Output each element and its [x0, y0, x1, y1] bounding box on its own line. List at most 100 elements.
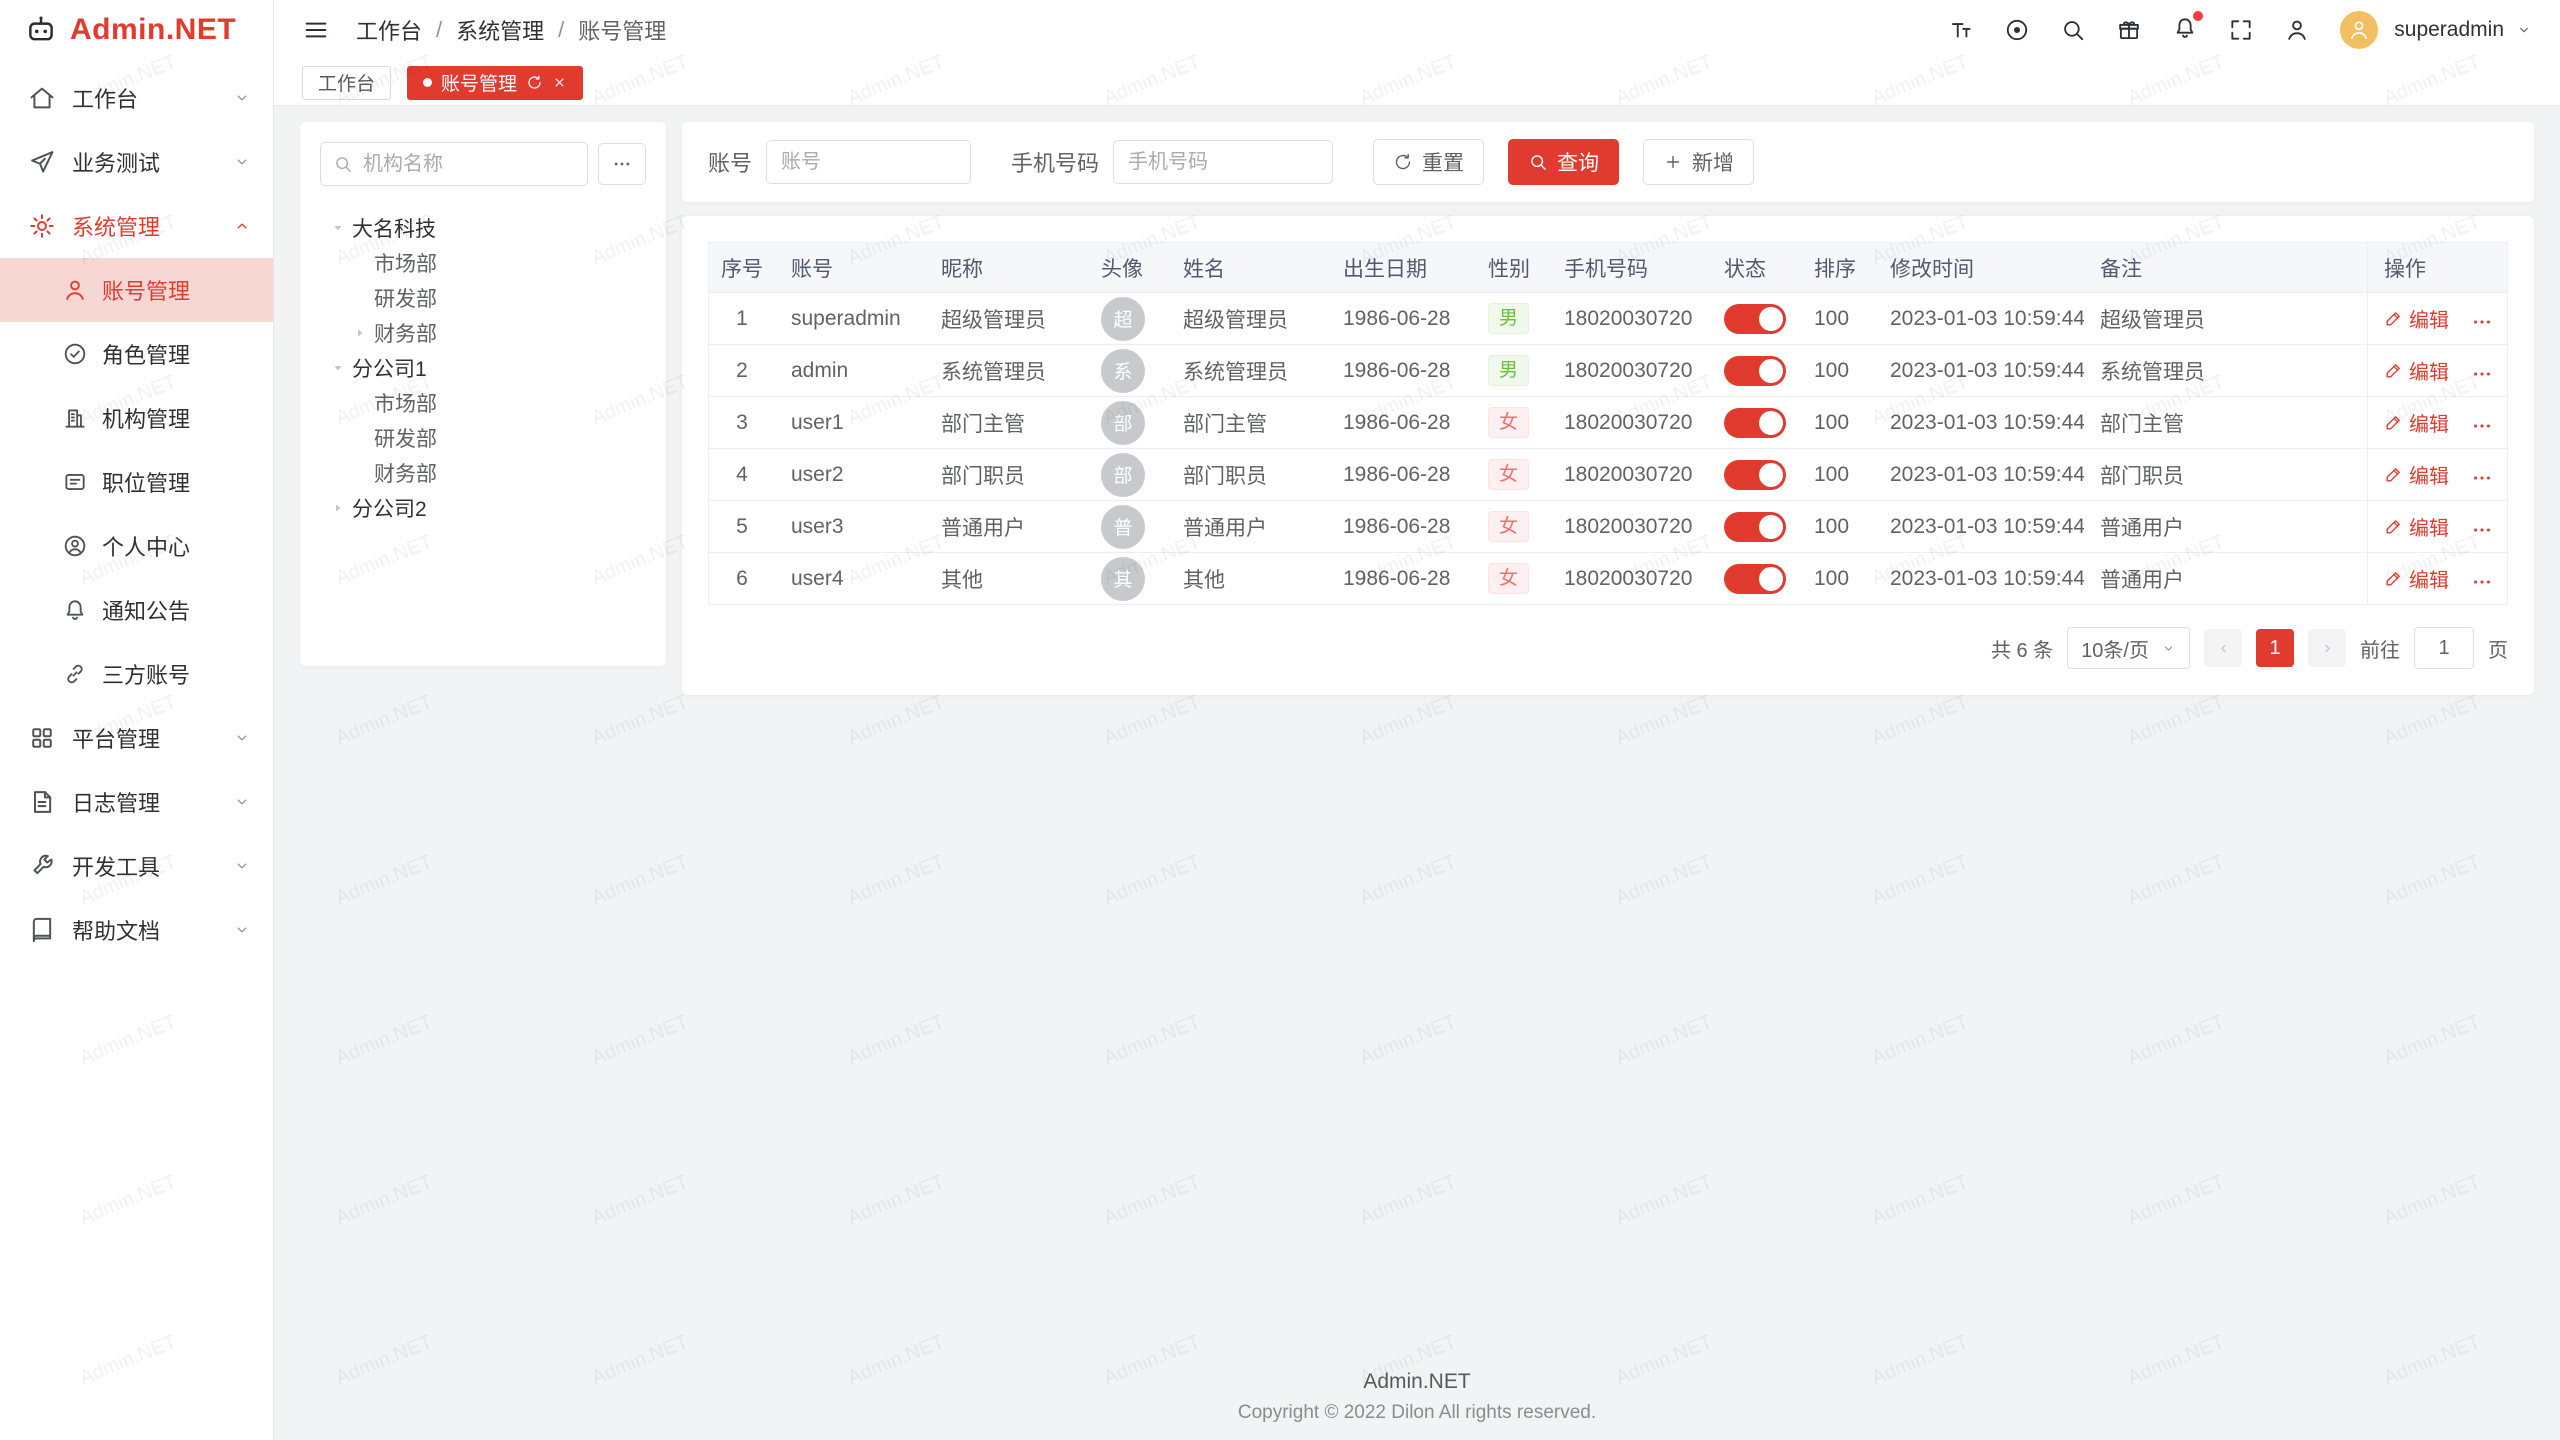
table-row: 1 superadmin 超级管理员 超 超级管理员 1986-06-28 男 …: [709, 293, 2507, 345]
prev-page-button[interactable]: [2204, 629, 2242, 667]
sidebar-item-help-docs[interactable]: 帮助文档: [0, 898, 273, 962]
more-actions-button[interactable]: [2471, 415, 2493, 437]
status-toggle[interactable]: [1724, 512, 1786, 542]
edit-button[interactable]: 编辑: [2384, 356, 2449, 385]
font-size-icon[interactable]: [1948, 17, 1974, 43]
edit-button[interactable]: 编辑: [2384, 512, 2449, 541]
logo[interactable]: Admin.NET: [0, 0, 273, 60]
username[interactable]: superadmin: [2394, 18, 2504, 42]
next-page-button[interactable]: [2308, 629, 2346, 667]
cell-nickname: 普通用户: [925, 501, 1085, 553]
sidebar-item-log-management[interactable]: 日志管理: [0, 770, 273, 834]
current-page[interactable]: 1: [2256, 629, 2294, 667]
edit-icon: [2384, 361, 2403, 380]
sidebar-item-workbench[interactable]: 工作台: [0, 66, 273, 130]
org-search-input[interactable]: [320, 142, 588, 186]
cell-birthdate: 1986-06-28: [1327, 293, 1472, 345]
pagination-total: 共 6 条: [1991, 634, 2053, 663]
page-size-select[interactable]: 10条/页: [2067, 627, 2190, 669]
status-toggle[interactable]: [1724, 408, 1786, 438]
more-actions-button[interactable]: [2471, 519, 2493, 541]
cell-remark: 部门职员: [2084, 449, 2367, 501]
theme-icon[interactable]: [2004, 17, 2030, 43]
refresh-icon[interactable]: [526, 74, 543, 91]
tab-label: 账号管理: [441, 69, 517, 96]
cell-account: user1: [775, 397, 925, 449]
status-toggle[interactable]: [1724, 304, 1786, 334]
status-toggle[interactable]: [1724, 564, 1786, 594]
cell-no: 3: [709, 397, 775, 449]
close-icon[interactable]: [552, 75, 567, 90]
add-button[interactable]: 新增: [1643, 139, 1754, 185]
edit-button[interactable]: 编辑: [2384, 408, 2449, 437]
table-row: 2 admin 系统管理员 系 系统管理员 1986-06-28 男 18020…: [709, 345, 2507, 397]
gift-icon[interactable]: [2116, 17, 2142, 43]
sidebar-item-label: 工作台: [72, 82, 138, 114]
cell-account: superadmin: [775, 293, 925, 345]
tree-node[interactable]: 财务部: [320, 455, 646, 490]
sidebar-item-dev-tools[interactable]: 开发工具: [0, 834, 273, 898]
chevron-right-icon: [2320, 641, 2335, 656]
search-button[interactable]: 查询: [1508, 139, 1619, 185]
notification-bell[interactable]: [2172, 15, 2198, 46]
sidebar-item-label: 角色管理: [102, 338, 190, 370]
footer-copyright: Copyright © 2022 Dilon All rights reserv…: [274, 1402, 2560, 1424]
sidebar-item-org-management[interactable]: 机构管理: [0, 386, 273, 450]
more-actions-button[interactable]: [2471, 571, 2493, 593]
edit-button[interactable]: 编辑: [2384, 460, 2449, 489]
tab-workbench[interactable]: 工作台: [302, 66, 391, 100]
tab-account-management[interactable]: 账号管理: [407, 66, 583, 100]
logo-icon: [24, 13, 58, 47]
sidebar-item-role-management[interactable]: 角色管理: [0, 322, 273, 386]
chevron-down-icon[interactable]: [2516, 22, 2532, 38]
more-actions-button[interactable]: [2471, 311, 2493, 333]
more-actions-button[interactable]: [2471, 363, 2493, 385]
tree-node[interactable]: 市场部: [320, 385, 646, 420]
breadcrumb-item[interactable]: 工作台: [356, 14, 422, 46]
tree-node[interactable]: 财务部: [320, 315, 646, 350]
sidebar-item-label: 开发工具: [72, 850, 160, 882]
caret-icon[interactable]: [324, 357, 352, 379]
edit-button[interactable]: 编辑: [2384, 564, 2449, 593]
tree-more-button[interactable]: [598, 143, 646, 185]
sidebar-item-personal-center[interactable]: 个人中心: [0, 514, 273, 578]
row-avatar: 其: [1101, 557, 1145, 601]
sidebar-item-platform-management[interactable]: 平台管理: [0, 706, 273, 770]
sidebar-item-notice[interactable]: 通知公告: [0, 578, 273, 642]
goto-label: 前往: [2360, 634, 2400, 663]
edit-button[interactable]: 编辑: [2384, 304, 2449, 333]
user-icon[interactable]: [2284, 17, 2310, 43]
main-content: 大名科技 市场部 研发部 财务部 分公司1: [274, 106, 2560, 1440]
account-input[interactable]: [766, 140, 971, 184]
sidebar-item-post-management[interactable]: 职位管理: [0, 450, 273, 514]
status-toggle[interactable]: [1724, 356, 1786, 386]
col-header: 手机号码: [1548, 243, 1708, 293]
tree-node[interactable]: 研发部: [320, 280, 646, 315]
search-icon[interactable]: [2060, 17, 2086, 43]
caret-icon[interactable]: [324, 217, 352, 239]
sidebar-item-system-management[interactable]: 系统管理: [0, 194, 273, 258]
avatar[interactable]: [2340, 11, 2378, 49]
sidebar-item-account-management[interactable]: 账号管理: [0, 258, 273, 322]
goto-page-input[interactable]: [2414, 627, 2474, 669]
tree-node[interactable]: 分公司1: [320, 350, 646, 385]
sidebar-item-business-test[interactable]: 业务测试: [0, 130, 273, 194]
caret-icon[interactable]: [324, 497, 352, 519]
cell-modified-time: 2023-01-03 10:59:44: [1874, 345, 2084, 397]
tree-node-label: 市场部: [374, 248, 437, 278]
more-actions-button[interactable]: [2471, 467, 2493, 489]
hamburger-icon[interactable]: [302, 16, 330, 44]
fullscreen-icon[interactable]: [2228, 17, 2254, 43]
caret-icon[interactable]: [346, 322, 374, 344]
status-toggle[interactable]: [1724, 460, 1786, 490]
cell-nickname: 部门主管: [925, 397, 1085, 449]
reset-button[interactable]: 重置: [1373, 139, 1484, 185]
sidebar-item-third-party-account[interactable]: 三方账号: [0, 642, 273, 706]
tree-node[interactable]: 分公司2: [320, 490, 646, 525]
tree-node[interactable]: 大名科技: [320, 210, 646, 245]
tree-node[interactable]: 市场部: [320, 245, 646, 280]
breadcrumb-item[interactable]: 系统管理: [456, 14, 544, 46]
tree-node-label: 分公司2: [352, 493, 427, 523]
phone-input[interactable]: [1113, 140, 1333, 184]
tree-node[interactable]: 研发部: [320, 420, 646, 455]
